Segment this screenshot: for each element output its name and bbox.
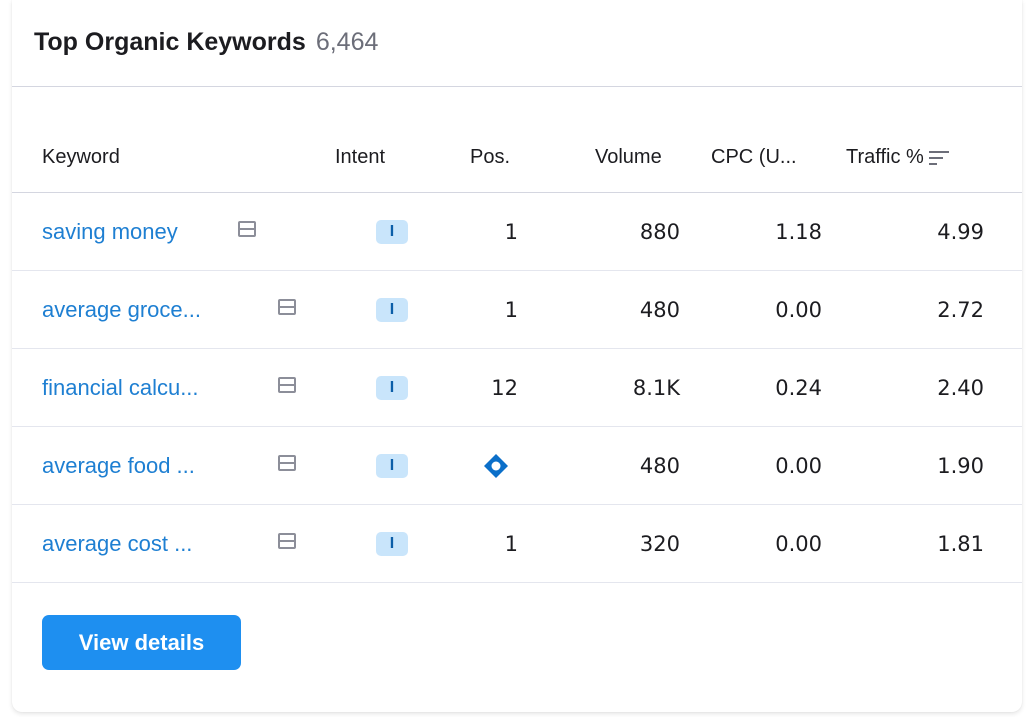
position-value: 12 (491, 375, 518, 400)
volume-value: 8.1K (632, 375, 680, 400)
intent-badge: I (376, 298, 408, 322)
keyword-link[interactable]: saving money (42, 193, 178, 270)
serp-snapshot-icon[interactable] (278, 299, 296, 315)
table-row: saving money I 1 880 1.18 4.99 (12, 193, 1022, 271)
column-header-traffic-label: Traffic % (846, 146, 924, 168)
cpc-value: 0.00 (775, 453, 822, 478)
cpc-value: 1.18 (775, 219, 822, 244)
position-value: 1 (504, 531, 518, 556)
top-organic-keywords-widget: Top Organic Keywords 6,464 Keyword Inten… (12, 0, 1022, 712)
widget-title: Top Organic Keywords (34, 28, 306, 56)
serp-snapshot-icon[interactable] (278, 533, 296, 549)
column-header-intent[interactable]: Intent (335, 146, 385, 169)
column-header-keyword[interactable]: Keyword (42, 146, 120, 169)
keyword-link[interactable]: average cost ... (42, 505, 192, 582)
keyword-link[interactable]: average food ... (42, 427, 195, 504)
intent-badge: I (376, 376, 408, 400)
keyword-link[interactable]: financial calcu... (42, 349, 199, 426)
header-divider (12, 86, 1022, 87)
volume-value: 480 (639, 297, 680, 322)
traffic-value: 2.40 (937, 375, 984, 400)
column-header-cpc[interactable]: CPC (U... (711, 146, 797, 169)
column-header-pos[interactable]: Pos. (470, 146, 510, 169)
serp-snapshot-icon[interactable] (278, 377, 296, 393)
column-header-volume[interactable]: Volume (595, 146, 662, 169)
traffic-value: 1.90 (937, 453, 984, 478)
traffic-value: 2.72 (937, 297, 984, 322)
intent-badge: I (376, 220, 408, 244)
traffic-value: 1.81 (937, 531, 984, 556)
cpc-value: 0.00 (775, 297, 822, 322)
intent-badge: I (376, 532, 408, 556)
sort-descending-icon[interactable] (928, 150, 950, 166)
volume-value: 480 (639, 453, 680, 478)
column-header-traffic[interactable]: Traffic % (846, 146, 950, 169)
view-details-button[interactable]: View details (42, 615, 241, 670)
cpc-value: 0.00 (775, 531, 822, 556)
serp-snapshot-icon[interactable] (278, 455, 296, 471)
volume-value: 880 (639, 219, 680, 244)
table-row: average cost ... I 1 320 0.00 1.81 (12, 505, 1022, 583)
serp-feature-icon[interactable] (482, 452, 510, 480)
cpc-value: 0.24 (775, 375, 822, 400)
position-value: 1 (504, 297, 518, 322)
serp-snapshot-icon[interactable] (238, 221, 256, 237)
keyword-count: 6,464 (315, 28, 379, 56)
table-row: financial calcu... I 12 8.1K 0.24 2.40 (12, 349, 1022, 427)
table-row: average food ... I 480 0.00 1.90 (12, 427, 1022, 505)
position-value: 1 (504, 219, 518, 244)
volume-value: 320 (639, 531, 680, 556)
table-row: average groce... I 1 480 0.00 2.72 (12, 271, 1022, 349)
traffic-value: 4.99 (937, 219, 984, 244)
widget-header: Top Organic Keywords 6,464 (34, 28, 378, 68)
intent-badge: I (376, 454, 408, 478)
keyword-link[interactable]: average groce... (42, 271, 201, 348)
